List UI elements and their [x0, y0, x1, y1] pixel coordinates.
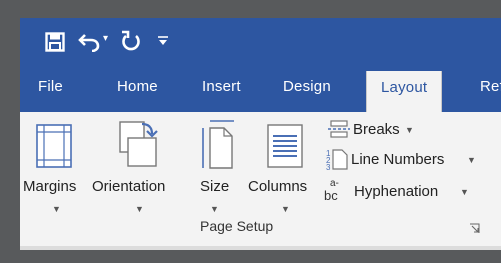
size-icon[interactable]: [200, 118, 236, 170]
redo-icon[interactable]: [120, 30, 142, 52]
orientation-dropdown-icon[interactable]: ▼: [135, 204, 144, 214]
customize-qat-icon[interactable]: [157, 35, 169, 47]
page-setup-dialog-launcher-icon[interactable]: [469, 223, 480, 234]
hyphenation-icon[interactable]: a- bc: [324, 176, 354, 202]
line-numbers-button[interactable]: Line Numbers: [351, 151, 444, 168]
hyphenation-dropdown-icon[interactable]: ▼: [460, 187, 469, 197]
title-bar: ▾: [20, 18, 501, 64]
orientation-button[interactable]: Orientation: [92, 178, 165, 195]
size-button[interactable]: Size: [200, 178, 229, 195]
tab-insert[interactable]: Insert: [202, 78, 241, 95]
hyphenation-button[interactable]: Hyphenation: [354, 183, 438, 200]
tab-design[interactable]: Design: [283, 78, 331, 95]
tab-home[interactable]: Home: [117, 78, 158, 95]
breaks-button[interactable]: Breaks: [353, 121, 400, 138]
svg-text:3: 3: [326, 163, 331, 170]
margins-button[interactable]: Margins: [23, 178, 76, 195]
breaks-icon[interactable]: [328, 120, 350, 138]
word-window: ▾ File Home Insert Design Layout Ref Mar…: [20, 18, 501, 250]
ribbon-page-setup-group: Margins ▼ Orientation ▼ Size ▼ Columns ▼…: [20, 112, 501, 250]
tab-references[interactable]: Ref: [480, 78, 501, 95]
size-dropdown-icon[interactable]: ▼: [210, 204, 219, 214]
undo-icon[interactable]: [78, 30, 102, 52]
ribbon-bottom-border: [20, 246, 501, 250]
line-numbers-dropdown-icon[interactable]: ▼: [467, 155, 476, 165]
undo-dropdown-icon[interactable]: ▾: [103, 33, 108, 44]
columns-dropdown-icon[interactable]: ▼: [281, 204, 290, 214]
line-numbers-icon[interactable]: 1 2 3: [326, 148, 348, 170]
orientation-icon[interactable]: [118, 120, 160, 170]
margins-dropdown-icon[interactable]: ▼: [52, 204, 61, 214]
tab-layout[interactable]: Layout: [366, 71, 443, 112]
save-icon[interactable]: [45, 32, 65, 52]
tab-file[interactable]: File: [38, 78, 63, 95]
columns-icon[interactable]: [267, 124, 303, 168]
columns-button[interactable]: Columns: [248, 178, 307, 195]
breaks-dropdown-icon[interactable]: ▼: [405, 125, 414, 135]
margins-icon[interactable]: [36, 124, 72, 168]
page-setup-group-label: Page Setup: [200, 218, 274, 234]
ribbon-tabs: File Home Insert Design Layout Ref: [20, 64, 501, 112]
svg-text:bc: bc: [324, 188, 338, 202]
